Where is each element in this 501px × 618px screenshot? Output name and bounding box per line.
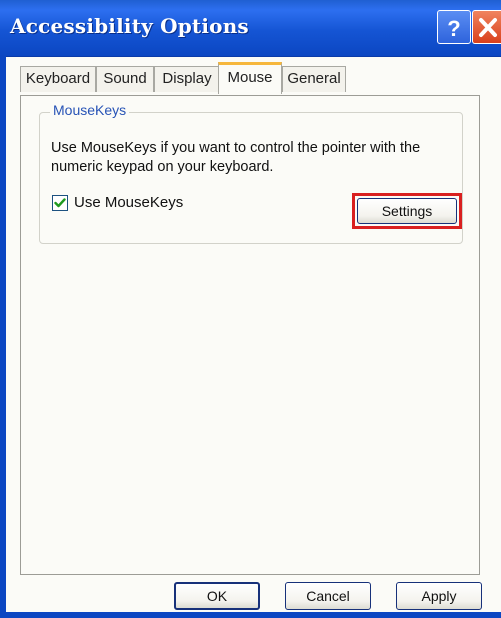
tab-display[interactable]: Display bbox=[154, 66, 220, 92]
apply-button[interactable]: Apply bbox=[396, 582, 482, 610]
use-mousekeys-label[interactable]: Use MouseKeys bbox=[74, 193, 183, 213]
window-title: Accessibility Options bbox=[10, 14, 249, 38]
settings-button[interactable]: Settings bbox=[357, 198, 457, 224]
cancel-button[interactable]: Cancel bbox=[285, 582, 371, 610]
use-mousekeys-checkbox[interactable] bbox=[52, 195, 68, 211]
tab-mouse[interactable]: Mouse bbox=[218, 62, 282, 94]
checkmark-icon bbox=[54, 198, 66, 208]
tab-sound[interactable]: Sound bbox=[96, 66, 154, 92]
window-frame-left bbox=[0, 56, 6, 618]
help-button[interactable]: ? bbox=[437, 10, 471, 44]
ok-button[interactable]: OK bbox=[174, 582, 260, 610]
mousekeys-description: Use MouseKeys if you want to control the… bbox=[51, 140, 421, 175]
svg-text:?: ? bbox=[447, 16, 460, 41]
tab-keyboard[interactable]: Keyboard bbox=[20, 66, 96, 92]
mousekeys-group-title: MouseKeys bbox=[50, 102, 130, 118]
window-frame-bottom bbox=[0, 612, 501, 618]
title-bar[interactable]: Accessibility Options ? bbox=[0, 0, 501, 57]
mouse-tab-panel: MouseKeys Use MouseKeys if you want to c… bbox=[20, 95, 480, 575]
tab-general[interactable]: General bbox=[282, 66, 346, 92]
mousekeys-groupbox: MouseKeys Use MouseKeys if you want to c… bbox=[39, 102, 463, 244]
close-button[interactable] bbox=[472, 10, 501, 44]
accessibility-options-dialog: Accessibility Options ? Keyboard Sound D… bbox=[0, 0, 501, 618]
